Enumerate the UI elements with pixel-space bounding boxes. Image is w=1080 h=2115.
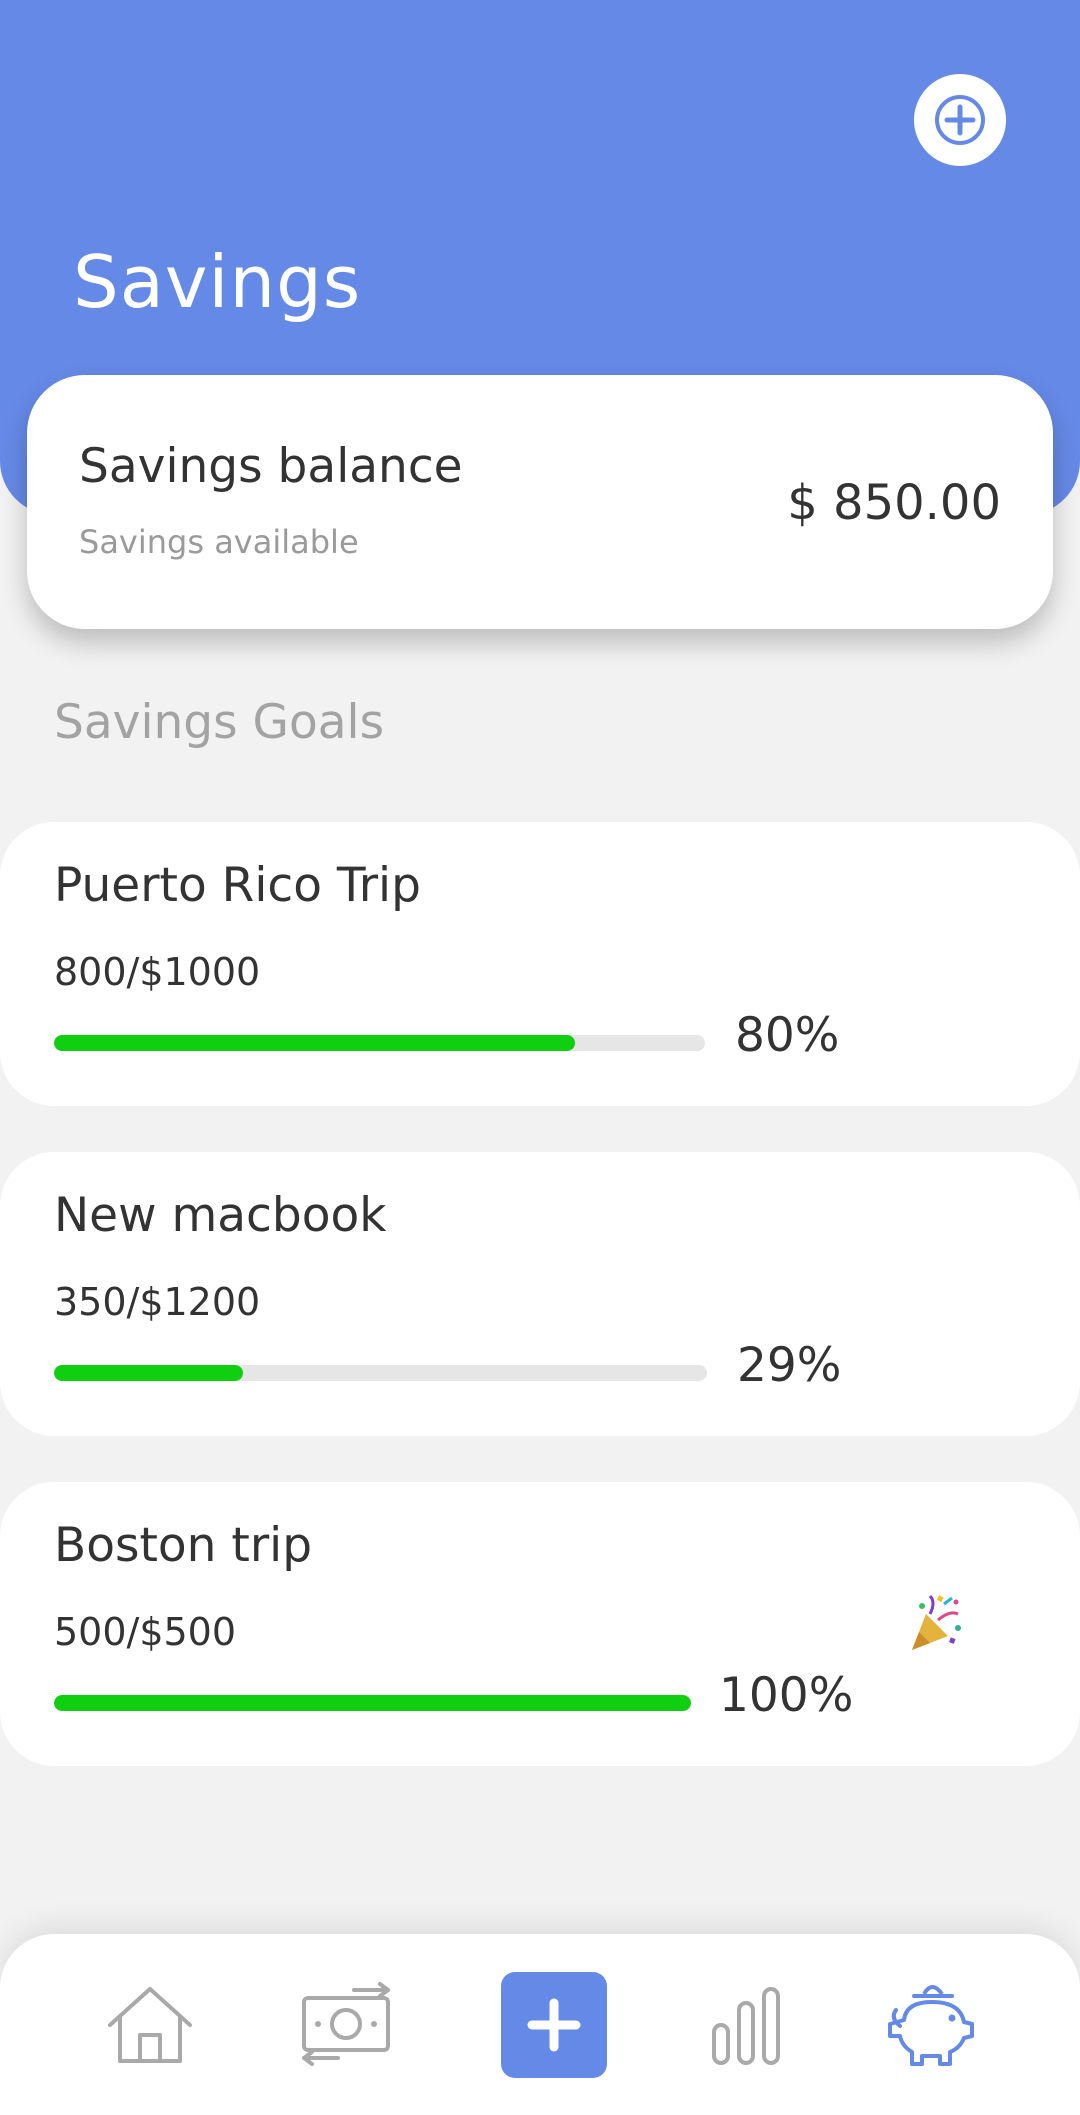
bottom-navigation bbox=[0, 1934, 1080, 2115]
nav-transactions[interactable] bbox=[295, 1978, 397, 2070]
goal-progress-bar bbox=[54, 1365, 707, 1381]
goal-card[interactable]: New macbook 350/$1200 29% bbox=[0, 1152, 1080, 1436]
nav-statistics[interactable] bbox=[705, 1978, 787, 2072]
goal-progress-fill bbox=[54, 1695, 691, 1711]
goal-progress-bar bbox=[54, 1695, 691, 1711]
add-goal-button[interactable] bbox=[914, 74, 1006, 166]
party-popper-icon bbox=[912, 1594, 961, 1650]
nav-add-button[interactable] bbox=[501, 1972, 607, 2078]
bar-chart-icon bbox=[712, 1987, 780, 2065]
goal-progress-fill bbox=[54, 1365, 244, 1381]
goal-percent: 80% bbox=[735, 1008, 840, 1063]
goal-name: Boston trip bbox=[54, 1518, 313, 1573]
balance-amount: $ 850.00 bbox=[787, 475, 1001, 531]
goal-amount: 500/$500 bbox=[54, 1610, 237, 1654]
goal-name: Puerto Rico Trip bbox=[54, 858, 421, 913]
goal-percent: 100% bbox=[719, 1668, 854, 1723]
goal-amount: 800/$1000 bbox=[54, 950, 261, 994]
savings-balance-card: Savings balance Savings available $ 850.… bbox=[27, 375, 1053, 629]
balance-title: Savings balance bbox=[79, 439, 463, 494]
goal-card[interactable]: Boston trip 500/$500 100% bbox=[0, 1482, 1080, 1766]
home-icon bbox=[108, 1987, 192, 2063]
plus-circle-icon bbox=[935, 95, 985, 145]
goal-card[interactable]: Puerto Rico Trip 800/$1000 80% bbox=[0, 822, 1080, 1106]
nav-savings[interactable] bbox=[880, 1974, 984, 2074]
money-transfer-icon bbox=[302, 1982, 390, 2066]
goal-percent: 29% bbox=[737, 1338, 842, 1393]
goal-progress-fill bbox=[54, 1035, 575, 1051]
balance-subtitle: Savings available bbox=[79, 523, 359, 561]
goal-amount: 350/$1200 bbox=[54, 1280, 261, 1324]
add-icon bbox=[527, 1998, 581, 2052]
nav-home[interactable] bbox=[100, 1980, 200, 2070]
piggy-bank-icon bbox=[888, 1985, 974, 2066]
goal-progress-bar bbox=[54, 1035, 705, 1051]
goal-name: New macbook bbox=[54, 1188, 387, 1243]
page-title: Savings bbox=[73, 240, 362, 324]
savings-goals-heading: Savings Goals bbox=[54, 695, 385, 750]
